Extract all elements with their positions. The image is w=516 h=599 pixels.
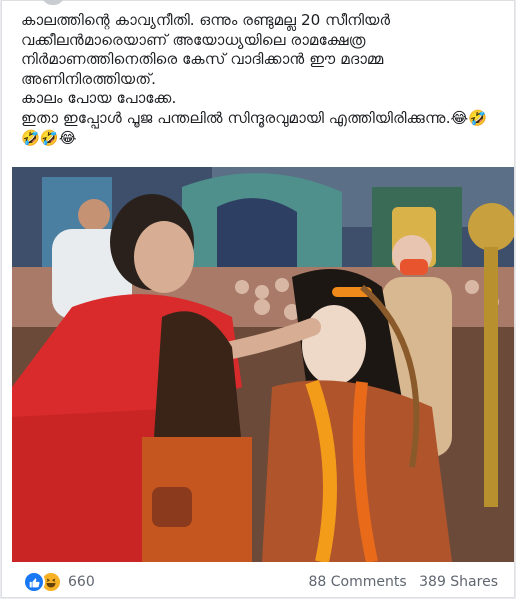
- photo-image: [12, 167, 514, 562]
- facebook-post: കാലത്തിന്റെ കാവ്യനീതി. ഒന്നും രണ്ടുമല്ല …: [1, 0, 515, 598]
- reactions-summary[interactable]: 660: [23, 571, 95, 593]
- shares-link[interactable]: 389 Shares: [419, 574, 498, 590]
- avatar[interactable]: [42, 0, 64, 5]
- reaction-count: 660: [68, 574, 95, 590]
- like-icon: [23, 571, 45, 593]
- post-text: കാലത്തിന്റെ കാവ്യനീതി. ഒന്നും രണ്ടുമല്ല …: [21, 11, 488, 147]
- comments-link[interactable]: 88 Comments: [309, 574, 407, 590]
- post-stats: 88 Comments 389 Shares: [301, 574, 498, 590]
- post-photo[interactable]: [12, 167, 514, 562]
- post-footer: 660 88 Comments 389 Shares: [2, 567, 516, 597]
